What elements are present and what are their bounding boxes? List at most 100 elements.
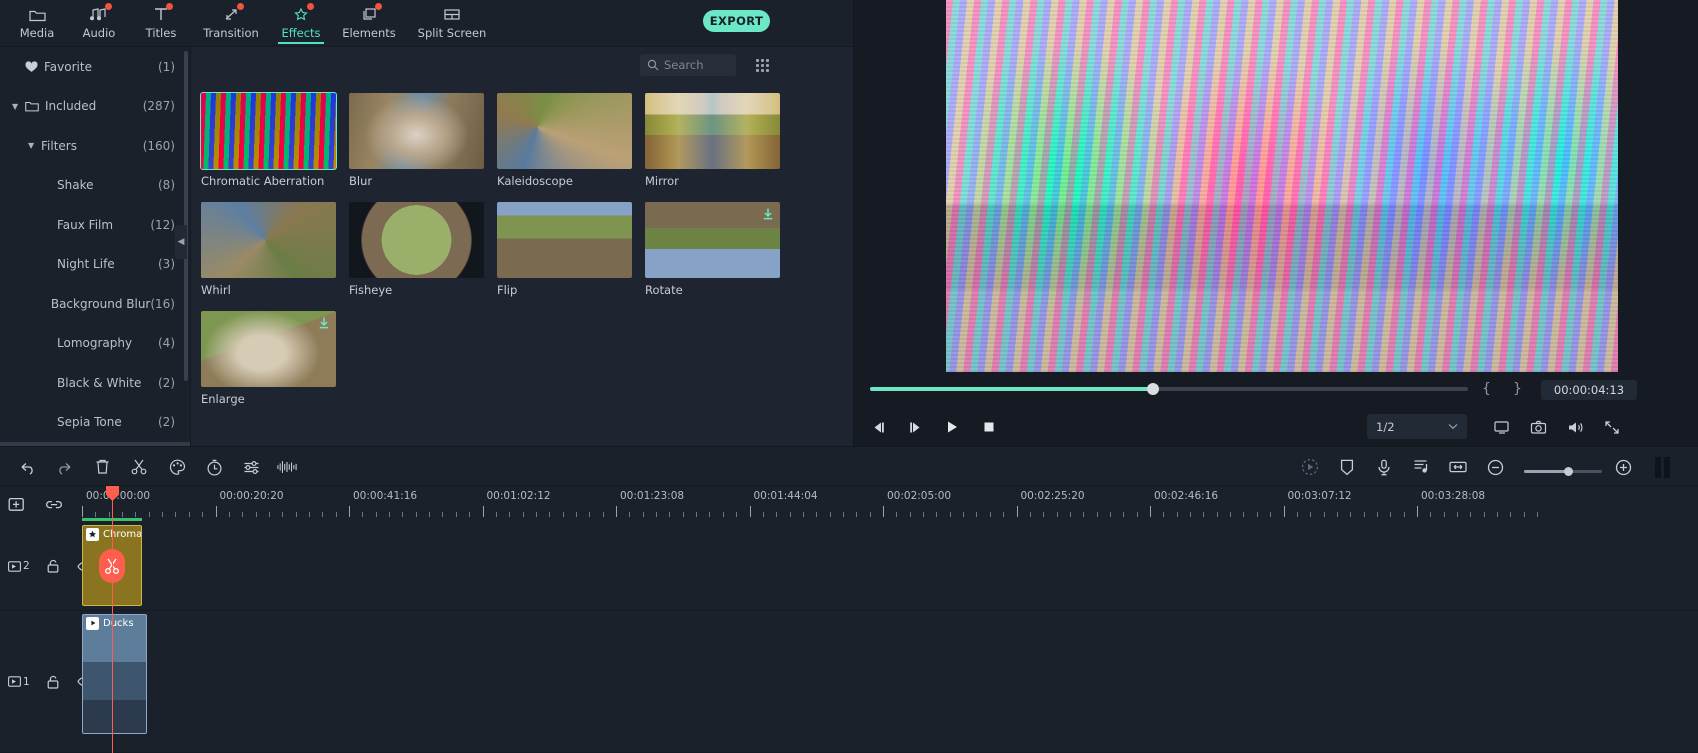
transport-controls: 1/2 bbox=[854, 406, 1698, 446]
playhead[interactable] bbox=[106, 486, 119, 753]
snapshot-button[interactable] bbox=[1528, 417, 1548, 437]
category-label: Sepia Tone bbox=[57, 415, 122, 430]
split-scissors-button[interactable] bbox=[129, 457, 149, 477]
play-button[interactable] bbox=[942, 417, 962, 437]
download-icon[interactable] bbox=[317, 316, 331, 330]
video-preview-canvas[interactable] bbox=[946, 0, 1618, 372]
effect-card[interactable]: Blur bbox=[349, 93, 484, 188]
effect-thumbnail[interactable] bbox=[497, 202, 632, 278]
collapse-panel-arrow-icon[interactable]: ◀ bbox=[175, 225, 187, 259]
effect-card[interactable]: Kaleidoscope bbox=[497, 93, 632, 188]
category-item-shake[interactable]: Shake (8) bbox=[0, 166, 190, 206]
category-item-sepia-tone[interactable]: Sepia Tone (2) bbox=[0, 403, 190, 443]
effect-card[interactable]: Mirror bbox=[645, 93, 780, 188]
effect-thumbnail[interactable] bbox=[349, 93, 484, 169]
voiceover-button[interactable] bbox=[1374, 457, 1394, 477]
timeline-ruler[interactable]: 00:00:00:00 00:00:20:20 00:00:41:16 00:01:0… bbox=[82, 486, 1698, 522]
fit-timeline-button[interactable] bbox=[1448, 457, 1468, 477]
preview-quality-select[interactable]: 1/2 bbox=[1367, 414, 1467, 439]
redo-button[interactable] bbox=[54, 457, 74, 477]
export-button[interactable]: EXPORT bbox=[703, 10, 770, 32]
category-label: Filters bbox=[41, 138, 77, 153]
category-item-lomography[interactable]: Lomography (4) bbox=[0, 324, 190, 364]
ruler-minor-tick bbox=[776, 512, 778, 517]
mark-in-button[interactable]: { bbox=[1482, 381, 1491, 397]
tab-effects[interactable]: Effects bbox=[270, 0, 332, 46]
volume-button[interactable] bbox=[1565, 417, 1585, 437]
ruler-time-label: 00:01:02:12 bbox=[486, 490, 551, 502]
prev-frame-button[interactable] bbox=[868, 417, 888, 437]
ruler-time-label: 00:00:41:16 bbox=[353, 490, 418, 502]
category-item-faux-film[interactable]: Faux Film (12) bbox=[0, 205, 190, 245]
effect-thumbnail[interactable] bbox=[645, 202, 780, 278]
chevron-down-icon[interactable]: ▼ bbox=[12, 102, 22, 111]
preview-timecode[interactable]: 00:00:04:13 bbox=[1541, 380, 1637, 400]
ruler-minor-tick bbox=[669, 512, 671, 517]
video-editor-window: Media Audio Titles Transition Effects El… bbox=[0, 0, 1698, 753]
effect-thumbnail[interactable] bbox=[201, 311, 336, 387]
ruler-minor-tick bbox=[1336, 512, 1338, 517]
timeline-zoom-slider[interactable] bbox=[1524, 467, 1602, 476]
render-preview-button[interactable] bbox=[1300, 457, 1320, 477]
download-icon[interactable] bbox=[761, 207, 775, 221]
add-track-button[interactable] bbox=[8, 497, 25, 512]
effect-card[interactable]: Chromatic Aberration bbox=[200, 92, 337, 188]
unlock-icon[interactable] bbox=[47, 675, 60, 689]
tab-audio[interactable]: Audio bbox=[68, 0, 130, 46]
timeline-clip-video[interactable]: Ducks bbox=[82, 614, 147, 734]
category-item-night-life[interactable]: Night Life (3) bbox=[0, 245, 190, 285]
adjust-sliders-button[interactable] bbox=[241, 457, 261, 477]
speed-button[interactable] bbox=[204, 457, 224, 477]
tab-media[interactable]: Media bbox=[6, 0, 68, 46]
audio-waveform-button[interactable] bbox=[277, 457, 297, 477]
category-item-favorite[interactable]: Favorite (1) bbox=[0, 47, 190, 87]
category-item-black-white[interactable]: Black & White (2) bbox=[0, 363, 190, 403]
effect-preview-image bbox=[201, 202, 336, 278]
category-scrollbar[interactable] bbox=[184, 51, 188, 381]
tab-split-screen[interactable]: Split Screen bbox=[406, 0, 498, 46]
search-input[interactable]: Search bbox=[640, 54, 736, 76]
zoom-out-button[interactable] bbox=[1485, 457, 1505, 477]
seek-handle[interactable] bbox=[1147, 383, 1159, 395]
category-item-filters[interactable]: ▼ Filters (160) bbox=[0, 126, 190, 166]
zoom-in-button[interactable] bbox=[1613, 457, 1633, 477]
effect-card[interactable]: Fisheye bbox=[349, 202, 484, 297]
ruler-minor-tick bbox=[1430, 512, 1432, 517]
category-item-included[interactable]: ▼ Included (287) bbox=[0, 87, 190, 127]
chevron-down-icon[interactable]: ▼ bbox=[28, 141, 38, 150]
detach-audio-button[interactable] bbox=[1411, 457, 1431, 477]
timeline-pause-bars-icon[interactable] bbox=[1654, 457, 1674, 478]
next-frame-button[interactable] bbox=[905, 417, 925, 437]
grid-view-toggle[interactable] bbox=[756, 59, 770, 73]
effect-card[interactable]: Whirl bbox=[201, 202, 336, 297]
ruler-major-tick bbox=[215, 506, 217, 517]
display-mode-button[interactable] bbox=[1491, 417, 1511, 437]
effect-card[interactable]: Rotate bbox=[645, 202, 780, 297]
effect-thumbnail[interactable] bbox=[201, 202, 336, 278]
effect-thumbnail[interactable] bbox=[349, 202, 484, 278]
zoom-slider-handle[interactable] bbox=[1564, 467, 1573, 476]
category-item-background-blur[interactable]: Background Blur (16) bbox=[0, 284, 190, 324]
effect-card[interactable]: Enlarge bbox=[201, 311, 336, 406]
effect-card[interactable]: Flip bbox=[497, 202, 632, 297]
effect-thumbnail[interactable] bbox=[497, 93, 632, 169]
fullscreen-button[interactable] bbox=[1602, 417, 1622, 437]
seek-bar[interactable] bbox=[870, 383, 1468, 395]
unlock-icon[interactable] bbox=[47, 559, 60, 573]
timeline-header-buttons bbox=[0, 486, 82, 522]
notification-dot bbox=[307, 3, 314, 10]
color-palette-button[interactable] bbox=[167, 457, 187, 477]
tab-transition[interactable]: Transition bbox=[192, 0, 270, 46]
stop-button[interactable] bbox=[979, 417, 999, 437]
undo-button[interactable] bbox=[18, 457, 38, 477]
effect-thumbnail[interactable] bbox=[645, 93, 780, 169]
ruler-minor-tick bbox=[1403, 512, 1405, 517]
link-clips-button[interactable] bbox=[45, 497, 63, 512]
marker-button[interactable] bbox=[1337, 457, 1357, 477]
effect-thumbnail[interactable] bbox=[200, 92, 337, 170]
tab-elements[interactable]: Elements bbox=[332, 0, 406, 46]
mark-out-button[interactable]: } bbox=[1513, 381, 1522, 397]
notification-dot bbox=[374, 3, 382, 10]
delete-button[interactable] bbox=[92, 457, 112, 477]
tab-titles[interactable]: Titles bbox=[130, 0, 192, 46]
